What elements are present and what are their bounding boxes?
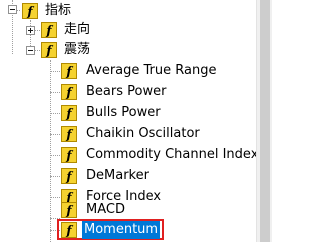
tree-item-label: MACD bbox=[86, 202, 125, 217]
tree-node-label: 指标 bbox=[45, 3, 72, 18]
expand-trend-toggle[interactable] bbox=[26, 26, 35, 35]
tree-line-item-h bbox=[50, 92, 60, 93]
function-icon: f bbox=[61, 202, 77, 218]
tree-node-label: 走向 bbox=[64, 22, 91, 37]
tree-line-item-h bbox=[50, 197, 60, 198]
function-icon: f bbox=[41, 42, 57, 58]
collapse-oscillators-toggle[interactable] bbox=[26, 46, 35, 55]
tree-item-macd[interactable]: f MACD bbox=[61, 199, 127, 221]
function-icon: f bbox=[61, 84, 77, 100]
tree-item-chaikin-oscillator[interactable]: f Chaikin Oscillator bbox=[61, 123, 202, 145]
scrollbar-thumb[interactable] bbox=[260, 0, 270, 242]
tree-item-average-true-range[interactable]: f Average True Range bbox=[61, 60, 218, 82]
indicator-tree: f 指标 f 走向 f 震荡 f Average True Range f Be… bbox=[0, 0, 258, 242]
function-icon: f bbox=[61, 63, 77, 79]
tree-line-item-h bbox=[50, 155, 60, 156]
tree-line-item-h bbox=[50, 113, 60, 114]
function-icon: f bbox=[61, 126, 77, 142]
tree-item-demarker[interactable]: f DeMarker bbox=[61, 165, 151, 187]
tree-item-label-selected: Momentum bbox=[82, 220, 161, 239]
tree-line-item-h bbox=[50, 134, 60, 135]
function-icon: f bbox=[41, 22, 57, 38]
function-icon: f bbox=[22, 3, 38, 19]
tree-line-item-h bbox=[50, 176, 60, 177]
tree-item-label: Bears Power bbox=[86, 84, 167, 99]
tree-line-item-h bbox=[50, 71, 60, 72]
function-icon: f bbox=[61, 147, 77, 163]
tree-node-oscillators[interactable]: f 震荡 bbox=[41, 39, 92, 61]
tree-item-label: Average True Range bbox=[86, 63, 217, 78]
tree-item-label: DeMarker bbox=[86, 168, 149, 183]
tree-item-label: Chaikin Oscillator bbox=[86, 126, 200, 141]
tree-node-label: 震荡 bbox=[64, 42, 91, 57]
tree-item-momentum[interactable]: f Momentum bbox=[61, 219, 161, 240]
tree-line-level2 bbox=[50, 60, 51, 242]
tree-item-label: Bulls Power bbox=[86, 105, 161, 120]
tree-item-commodity-channel-index[interactable]: f Commodity Channel Index bbox=[61, 144, 260, 166]
vertical-scrollbar[interactable] bbox=[256, 0, 272, 242]
tree-item-bears-power[interactable]: f Bears Power bbox=[61, 81, 168, 103]
collapse-root-toggle[interactable] bbox=[8, 5, 17, 14]
function-icon: f bbox=[61, 168, 77, 184]
function-icon: f bbox=[61, 221, 77, 238]
tree-item-label: Commodity Channel Index bbox=[86, 147, 259, 162]
function-icon: f bbox=[61, 105, 77, 121]
tree-node-trend[interactable]: f 走向 bbox=[41, 19, 92, 41]
tree-item-bulls-power[interactable]: f Bulls Power bbox=[61, 102, 163, 124]
